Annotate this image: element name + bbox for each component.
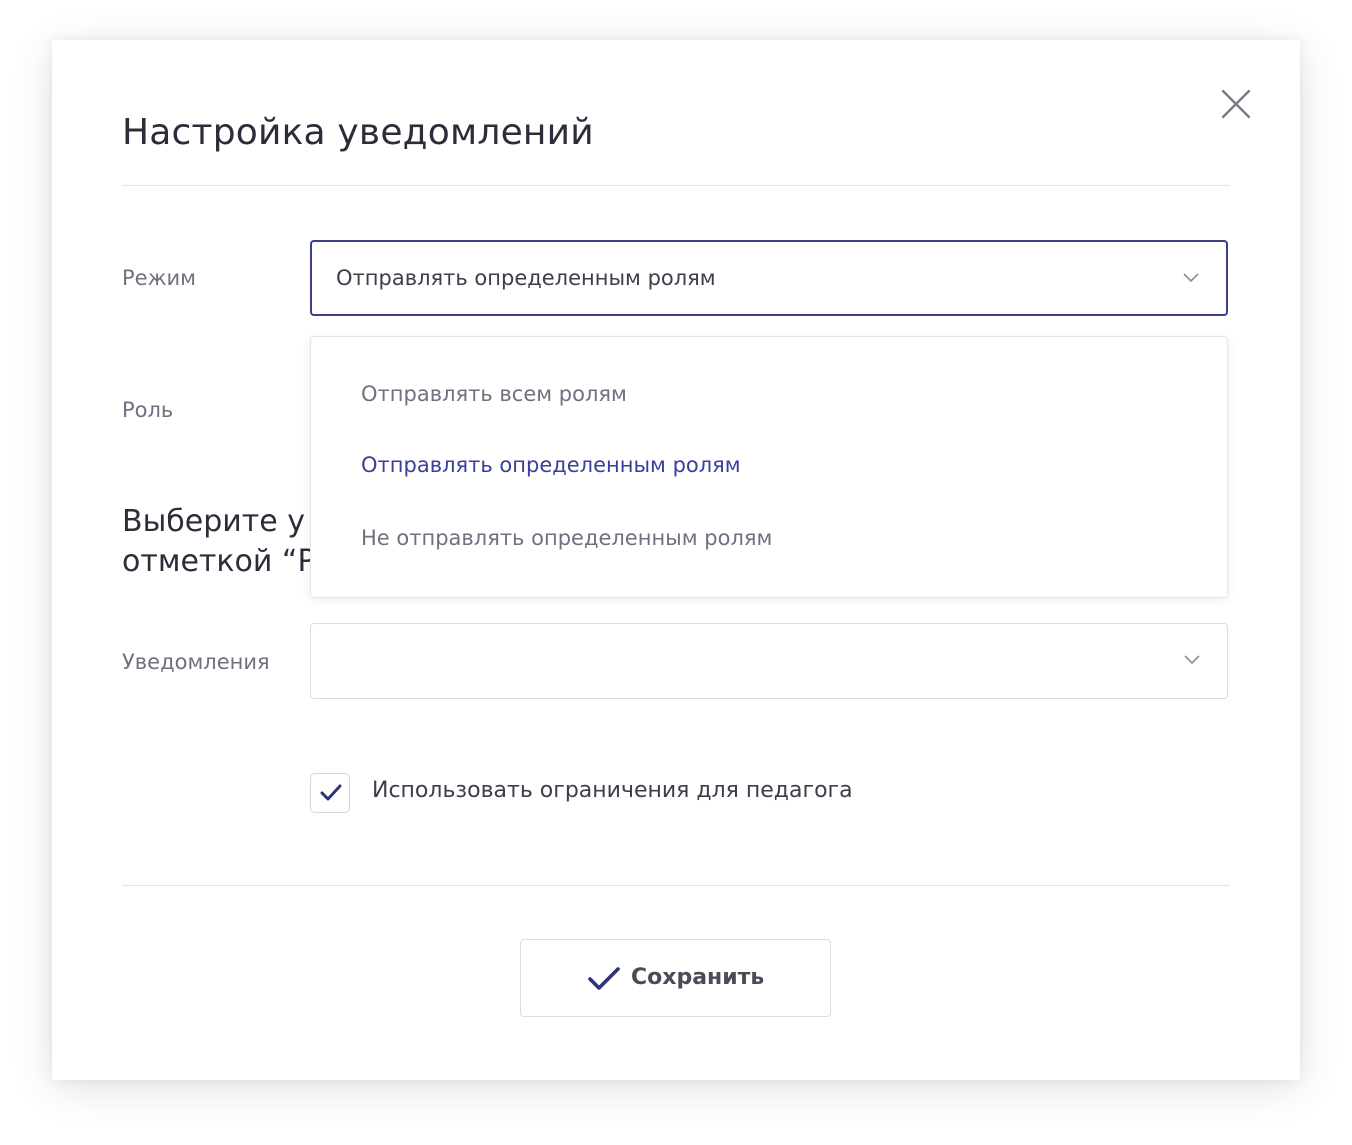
teacher-restrictions-checkbox[interactable] [310,773,350,813]
footer-divider [122,885,1230,886]
close-button[interactable] [1220,88,1252,120]
dropdown-option-exclude-roles[interactable]: Не отправлять определенным ролям [361,526,772,550]
notification-settings-modal: Настройка уведомлений Режим Отправлять о… [52,40,1300,1080]
checkmark-icon [320,784,342,801]
mode-dropdown-menu: Отправлять всем ролям Отправлять определ… [310,336,1228,598]
mode-label: Режим [122,266,196,290]
section-heading-line2: отметкой “Р [122,544,316,579]
close-icon [1221,89,1251,119]
chevron-down-icon [1184,655,1200,665]
notifications-label: Уведомления [122,650,270,674]
checkmark-icon [588,967,620,990]
notifications-select[interactable] [310,623,1228,699]
mode-select-value: Отправлять определенным ролям [336,266,716,290]
save-button-label: Сохранить [631,965,765,990]
mode-select[interactable]: Отправлять определенным ролям [310,240,1228,316]
modal-title: Настройка уведомлений [122,112,594,153]
save-button[interactable]: Сохранить [520,939,831,1017]
header-divider [122,185,1230,186]
chevron-down-icon [1183,273,1199,283]
section-heading-line1: Выберите у [122,504,305,539]
role-label: Роль [122,398,174,422]
teacher-restrictions-label[interactable]: Использовать ограничения для педагога [372,778,853,803]
section-heading: Выберите у отметкой “Р [122,502,322,582]
dropdown-option-all-roles[interactable]: Отправлять всем ролям [361,382,627,406]
dropdown-option-specific-roles[interactable]: Отправлять определенным ролям [361,453,741,477]
